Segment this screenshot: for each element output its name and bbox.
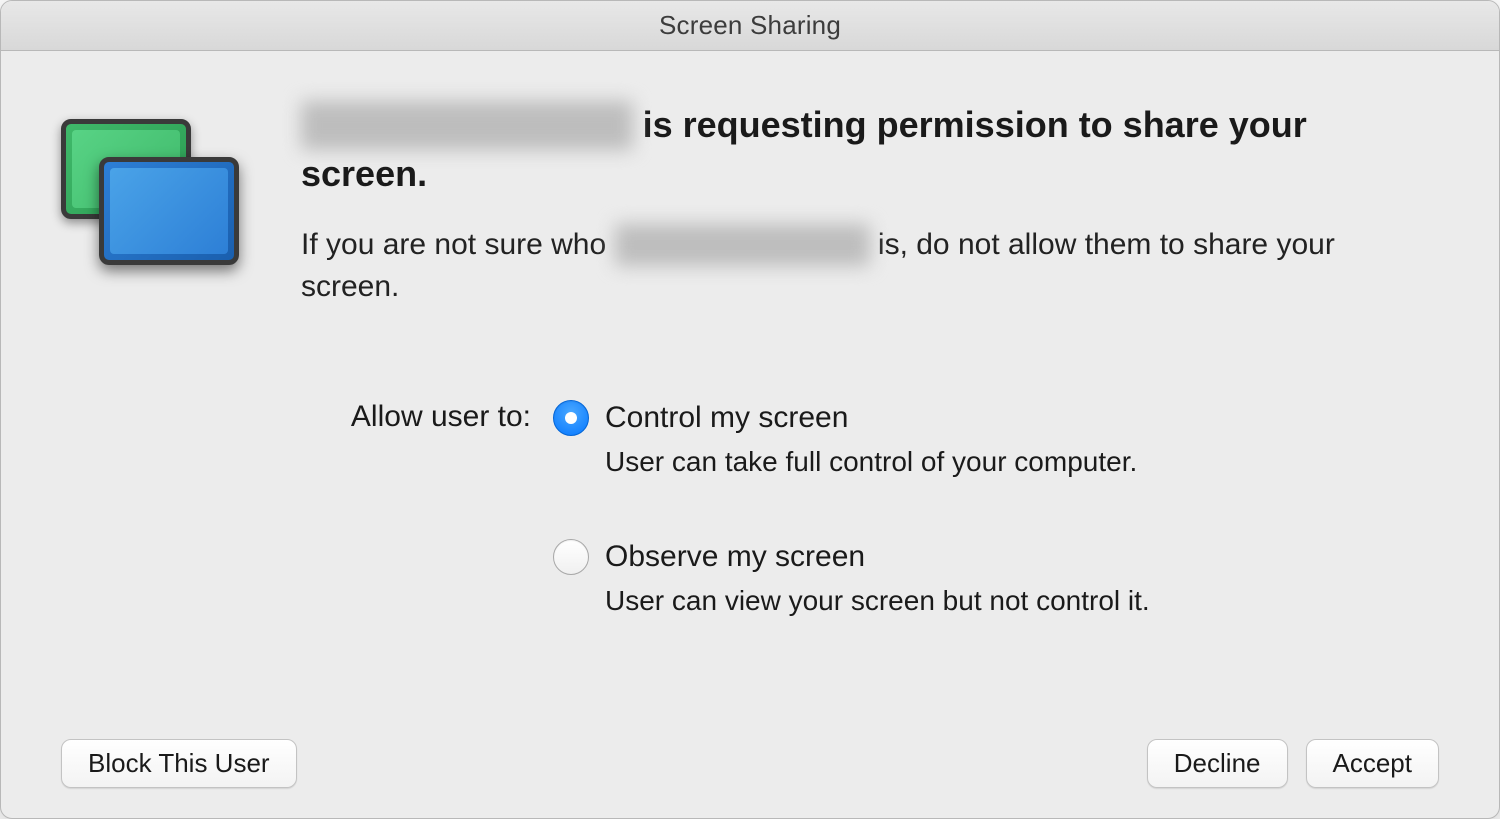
titlebar: Screen Sharing <box>1 1 1499 51</box>
window-title: Screen Sharing <box>659 10 841 41</box>
radio-observe-my-screen[interactable]: Observe my screen User can view your scr… <box>553 537 1150 620</box>
message-column: █████████████ is requesting permission t… <box>301 101 1439 620</box>
radio-button-icon <box>553 539 589 575</box>
header-row: █████████████ is requesting permission t… <box>61 101 1439 620</box>
allow-user-to-label: Allow user to: <box>301 398 531 620</box>
requester-name-redacted: █████████████ <box>301 101 633 150</box>
advisory-prefix: If you are not sure who <box>301 228 615 261</box>
option-title: Control my screen <box>605 398 1137 437</box>
block-this-user-button[interactable]: Block This User <box>61 739 297 788</box>
headline: █████████████ is requesting permission t… <box>301 101 1439 198</box>
dialog-window: Screen Sharing █████████████ is requesti… <box>0 0 1500 819</box>
radio-group: Control my screen User can take full con… <box>553 398 1150 620</box>
screen-sharing-icon <box>61 119 251 279</box>
decline-button[interactable]: Decline <box>1147 739 1288 788</box>
requester-name-redacted-2: ████████████ <box>615 224 870 266</box>
option-title: Observe my screen <box>605 537 1150 576</box>
option-desc: User can view your screen but not contro… <box>605 582 1150 620</box>
radio-button-icon <box>553 400 589 436</box>
option-desc: User can take full control of your compu… <box>605 443 1137 481</box>
accept-button[interactable]: Accept <box>1306 739 1440 788</box>
dialog-content: █████████████ is requesting permission t… <box>1 51 1499 818</box>
radio-control-my-screen[interactable]: Control my screen User can take full con… <box>553 398 1150 481</box>
advisory-text: If you are not sure who ████████████ is,… <box>301 224 1439 308</box>
permission-options: Allow user to: Control my screen User ca… <box>301 398 1439 620</box>
button-row: Block This User Decline Accept <box>61 699 1439 788</box>
